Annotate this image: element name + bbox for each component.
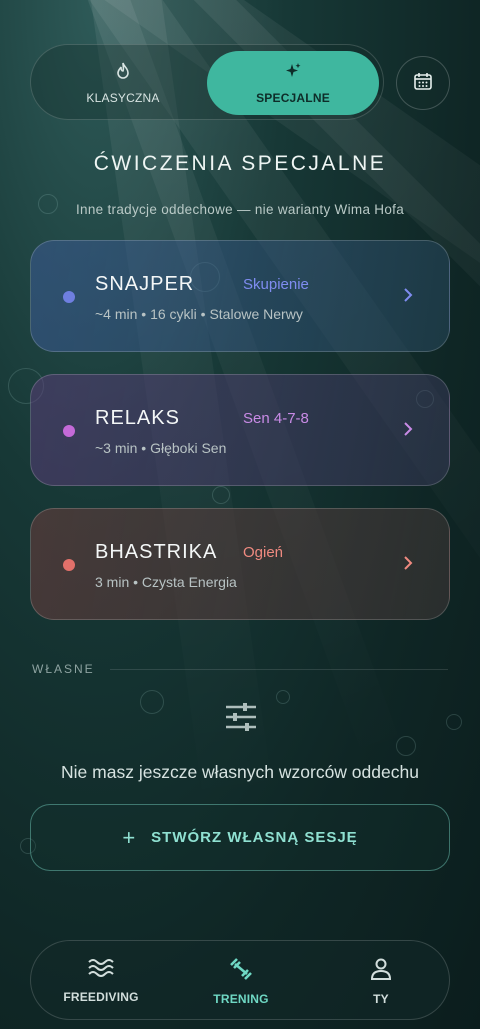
nav-ty-label: TY — [373, 992, 389, 1006]
waves-icon — [87, 957, 115, 984]
user-icon — [369, 957, 393, 986]
nav-trening[interactable]: TRENING — [181, 957, 301, 1006]
exercise-tag: Sen 4-7-8 — [243, 410, 309, 427]
exercise-meta: ~3 min • Głęboki Sen — [95, 440, 227, 456]
chevron-right-icon — [403, 555, 413, 576]
sparkles-icon — [284, 62, 302, 85]
exercise-card-snajper[interactable]: SNAJPER Skupienie ~4 min • 16 cykli • St… — [30, 240, 450, 352]
exercise-name: SNAJPER — [95, 273, 195, 295]
exercise-meta: ~4 min • 16 cykli • Stalowe Nerwy — [95, 306, 303, 322]
sliders-icon — [224, 702, 258, 737]
flame-icon — [115, 62, 131, 85]
exercise-tag: Ogień — [243, 544, 284, 561]
create-session-button[interactable]: + STWÓRZ WŁASNĄ SESJĘ — [30, 804, 450, 871]
exercise-color-dot — [63, 425, 75, 437]
tab-classic-label: KLASYCZNA — [86, 90, 160, 105]
section-divider — [110, 669, 448, 670]
exercise-color-dot — [63, 559, 75, 571]
section-label-custom: WŁASNE — [32, 662, 95, 676]
calendar-icon — [413, 71, 433, 96]
create-session-label: STWÓRZ WŁASNĄ SESJĘ — [151, 829, 358, 846]
nav-freediving[interactable]: FREEDIVING — [41, 957, 161, 1004]
exercise-color-dot — [63, 291, 75, 303]
tab-special-label: SPECJALNE — [256, 90, 330, 105]
exercise-card-relaks[interactable]: RELAKS Sen 4-7-8 ~3 min • Głęboki Sen — [30, 374, 450, 486]
tab-classic[interactable]: KLASYCZNA — [37, 51, 209, 115]
exercise-meta: 3 min • Czysta Energia — [95, 574, 237, 590]
chevron-right-icon — [403, 287, 413, 308]
nav-freediving-label: FREEDIVING — [63, 990, 139, 1004]
mode-tabs: KLASYCZNA SPECJALNE — [30, 44, 384, 120]
exercise-name: BHASTRIKA — [95, 541, 218, 563]
tab-special[interactable]: SPECJALNE — [207, 51, 379, 115]
exercise-card-bhastrika[interactable]: BHASTRIKA Ogień 3 min • Czysta Energia — [30, 508, 450, 620]
plus-icon: + — [122, 824, 136, 850]
nav-ty[interactable]: TY — [321, 957, 441, 1006]
chevron-right-icon — [403, 421, 413, 442]
exercise-name: RELAKS — [95, 407, 180, 429]
bottom-nav: FREEDIVING TRENING TY — [30, 940, 450, 1020]
exercise-tag: Skupienie — [243, 276, 309, 293]
dumbbell-icon — [228, 957, 254, 986]
empty-state-text: Nie masz jeszcze własnych wzorców oddech… — [61, 762, 419, 782]
page-title: ĆWICZENIA SPECJALNE — [93, 152, 387, 175]
page-subtitle: Inne tradycje oddechowe — nie warianty W… — [75, 202, 405, 217]
nav-trening-label: TRENING — [213, 992, 269, 1006]
calendar-button[interactable] — [396, 56, 450, 110]
